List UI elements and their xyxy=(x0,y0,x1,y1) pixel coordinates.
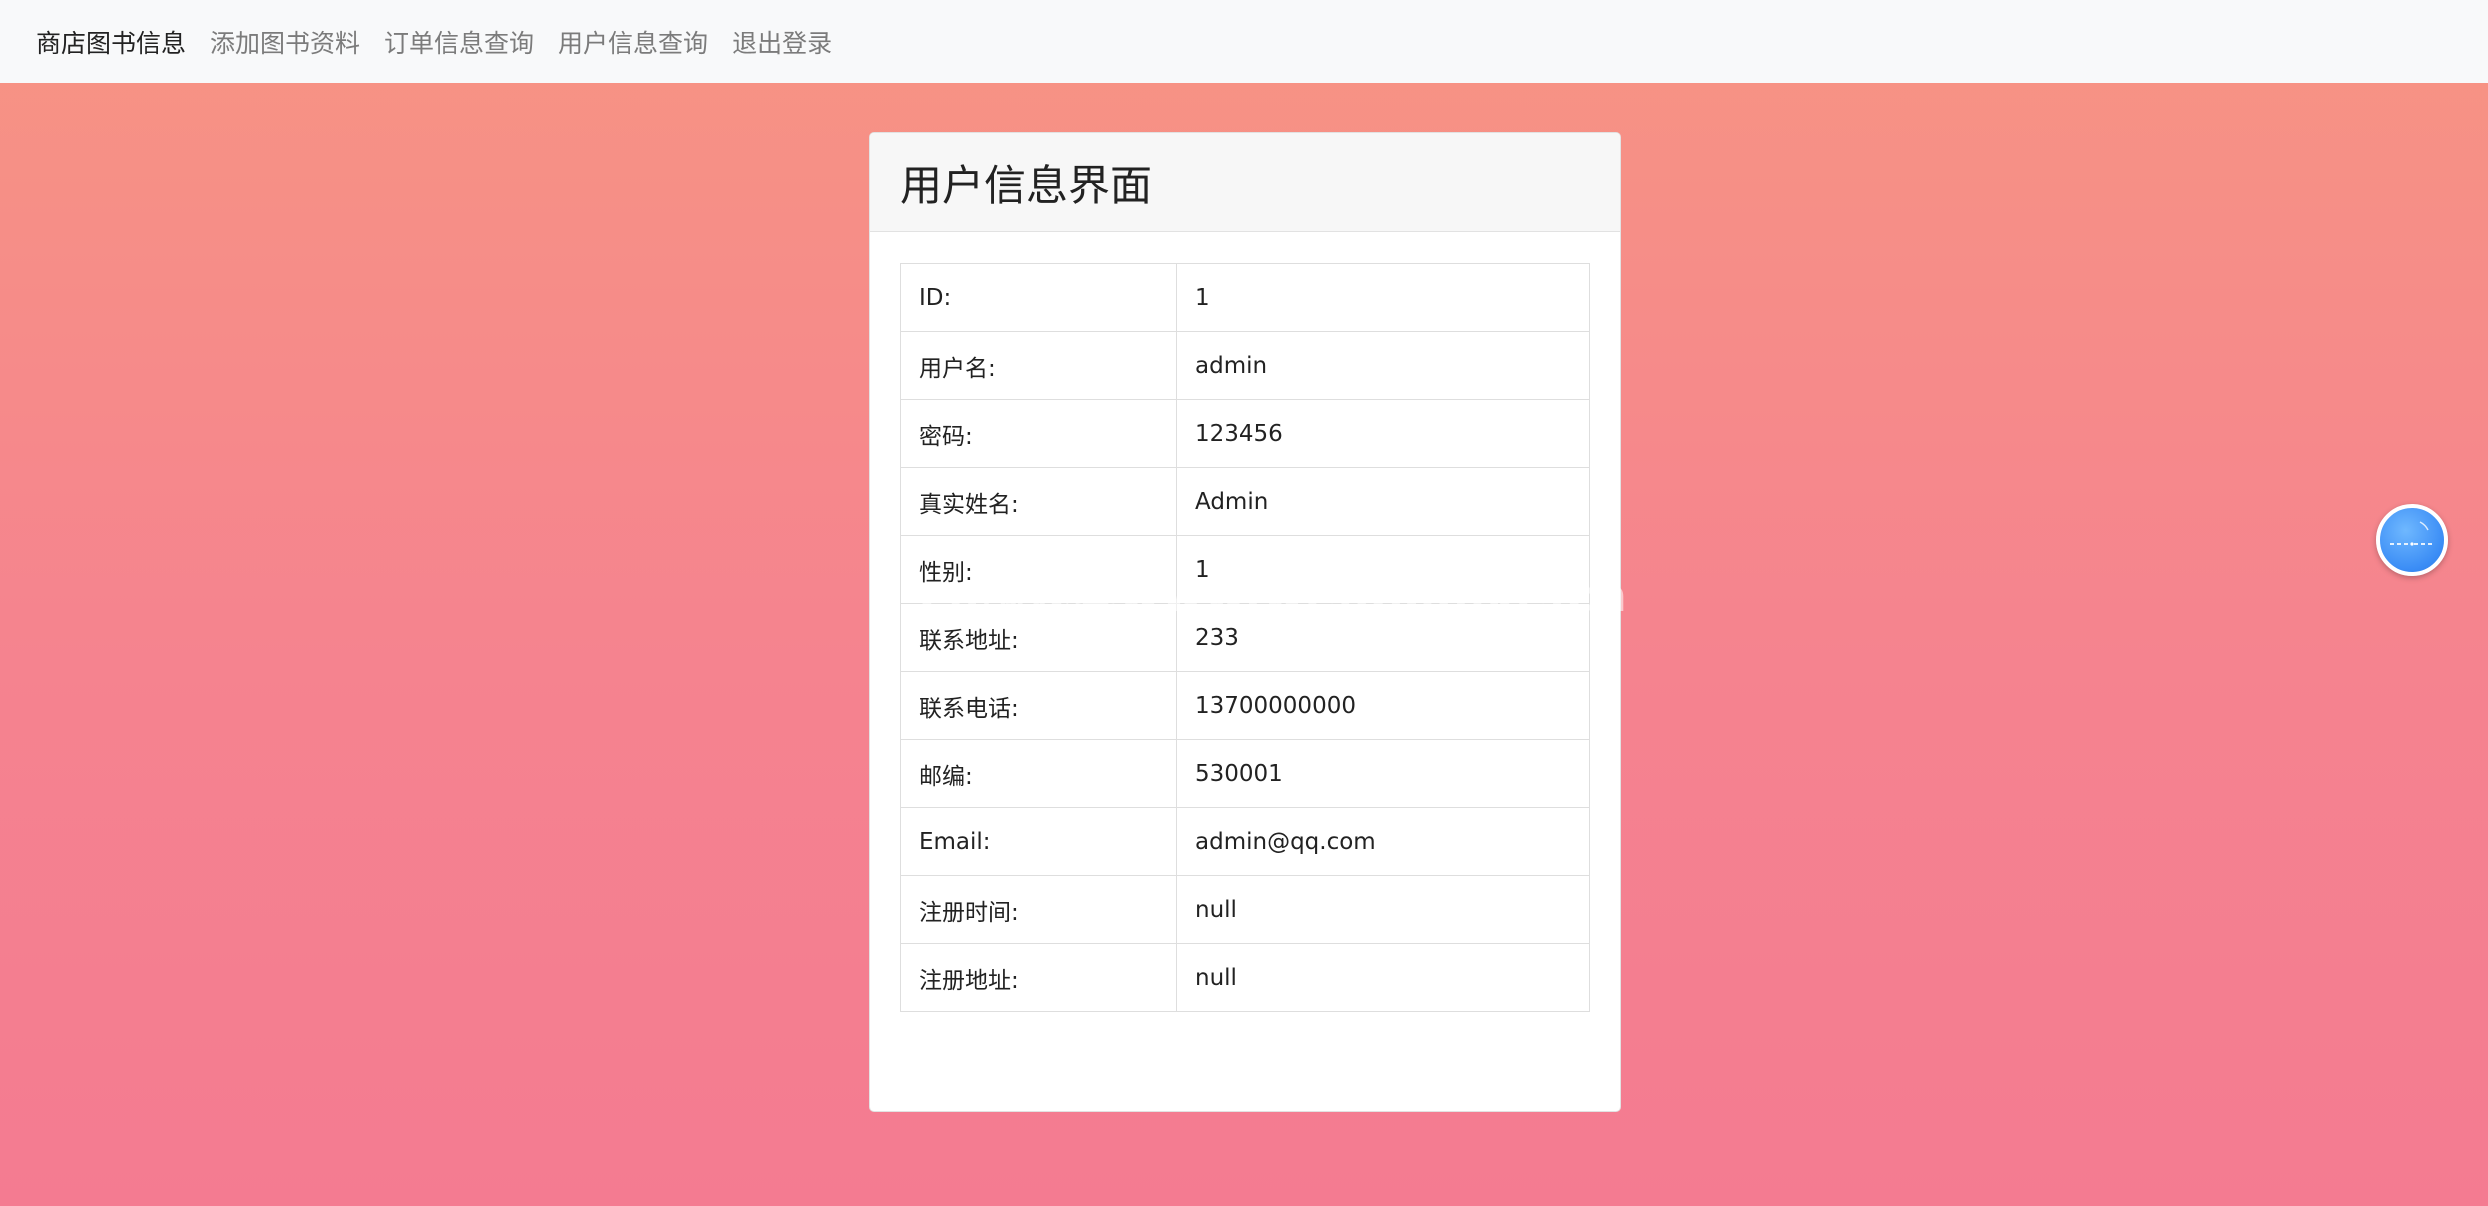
nav-logout[interactable]: 退出登录 xyxy=(732,24,832,60)
row-value: admin xyxy=(1176,331,1590,400)
row-value: null xyxy=(1176,943,1590,1012)
table-row: 性别: 1 xyxy=(900,535,1590,604)
table-row: 联系电话: 13700000000 xyxy=(900,671,1590,740)
row-label: 联系电话: xyxy=(900,671,1177,740)
table-row: 密码: 123456 xyxy=(900,399,1590,468)
table-row: 用户名: admin xyxy=(900,331,1590,400)
row-value: 233 xyxy=(1176,603,1590,672)
clock-timer-icon xyxy=(2390,521,2434,546)
row-label: 联系地址: xyxy=(900,603,1177,672)
nav-add-book[interactable]: 添加图书资料 xyxy=(210,24,360,60)
card-header: 用户信息界面 xyxy=(870,133,1620,232)
row-label: Email: xyxy=(900,807,1177,876)
row-label: 性别: xyxy=(900,535,1177,604)
user-info-card: 用户信息界面 ID: 1 用户名: admin 密码: 123456 真实姓名:… xyxy=(869,132,1621,1112)
table-row: 联系地址: 233 xyxy=(900,603,1590,672)
row-label: 真实姓名: xyxy=(900,467,1177,536)
row-value: null xyxy=(1176,875,1590,944)
row-label: ID: xyxy=(900,263,1177,332)
row-label: 注册时间: xyxy=(900,875,1177,944)
top-navbar: 商店图书信息 添加图书资料 订单信息查询 用户信息查询 退出登录 xyxy=(0,0,2488,83)
row-value: admin@qq.com xyxy=(1176,807,1590,876)
row-label: 密码: xyxy=(900,399,1177,468)
table-row: Email: admin@qq.com xyxy=(900,807,1590,876)
table-row: 邮编: 530001 xyxy=(900,739,1590,808)
user-info-table: ID: 1 用户名: admin 密码: 123456 真实姓名: Admin … xyxy=(900,263,1590,1012)
row-value: 13700000000 xyxy=(1176,671,1590,740)
row-label: 用户名: xyxy=(900,331,1177,400)
page-title: 用户信息界面 xyxy=(900,160,1153,210)
nav-order-query[interactable]: 订单信息查询 xyxy=(384,24,534,60)
table-row: 注册地址: null xyxy=(900,943,1590,1012)
nav-user-query[interactable]: 用户信息查询 xyxy=(558,24,708,60)
table-row: 真实姓名: Admin xyxy=(900,467,1590,536)
table-row: 注册时间: null xyxy=(900,875,1590,944)
row-value: 1 xyxy=(1176,263,1590,332)
row-value: 530001 xyxy=(1176,739,1590,808)
row-label: 邮编: xyxy=(900,739,1177,808)
nav-brand[interactable]: 商店图书信息 xyxy=(36,24,186,60)
row-value: 123456 xyxy=(1176,399,1590,468)
row-value: 1 xyxy=(1176,535,1590,604)
row-label: 注册地址: xyxy=(900,943,1177,1012)
table-row: ID: 1 xyxy=(900,263,1590,332)
row-value: Admin xyxy=(1176,467,1590,536)
floating-clock-widget[interactable] xyxy=(2376,504,2448,576)
